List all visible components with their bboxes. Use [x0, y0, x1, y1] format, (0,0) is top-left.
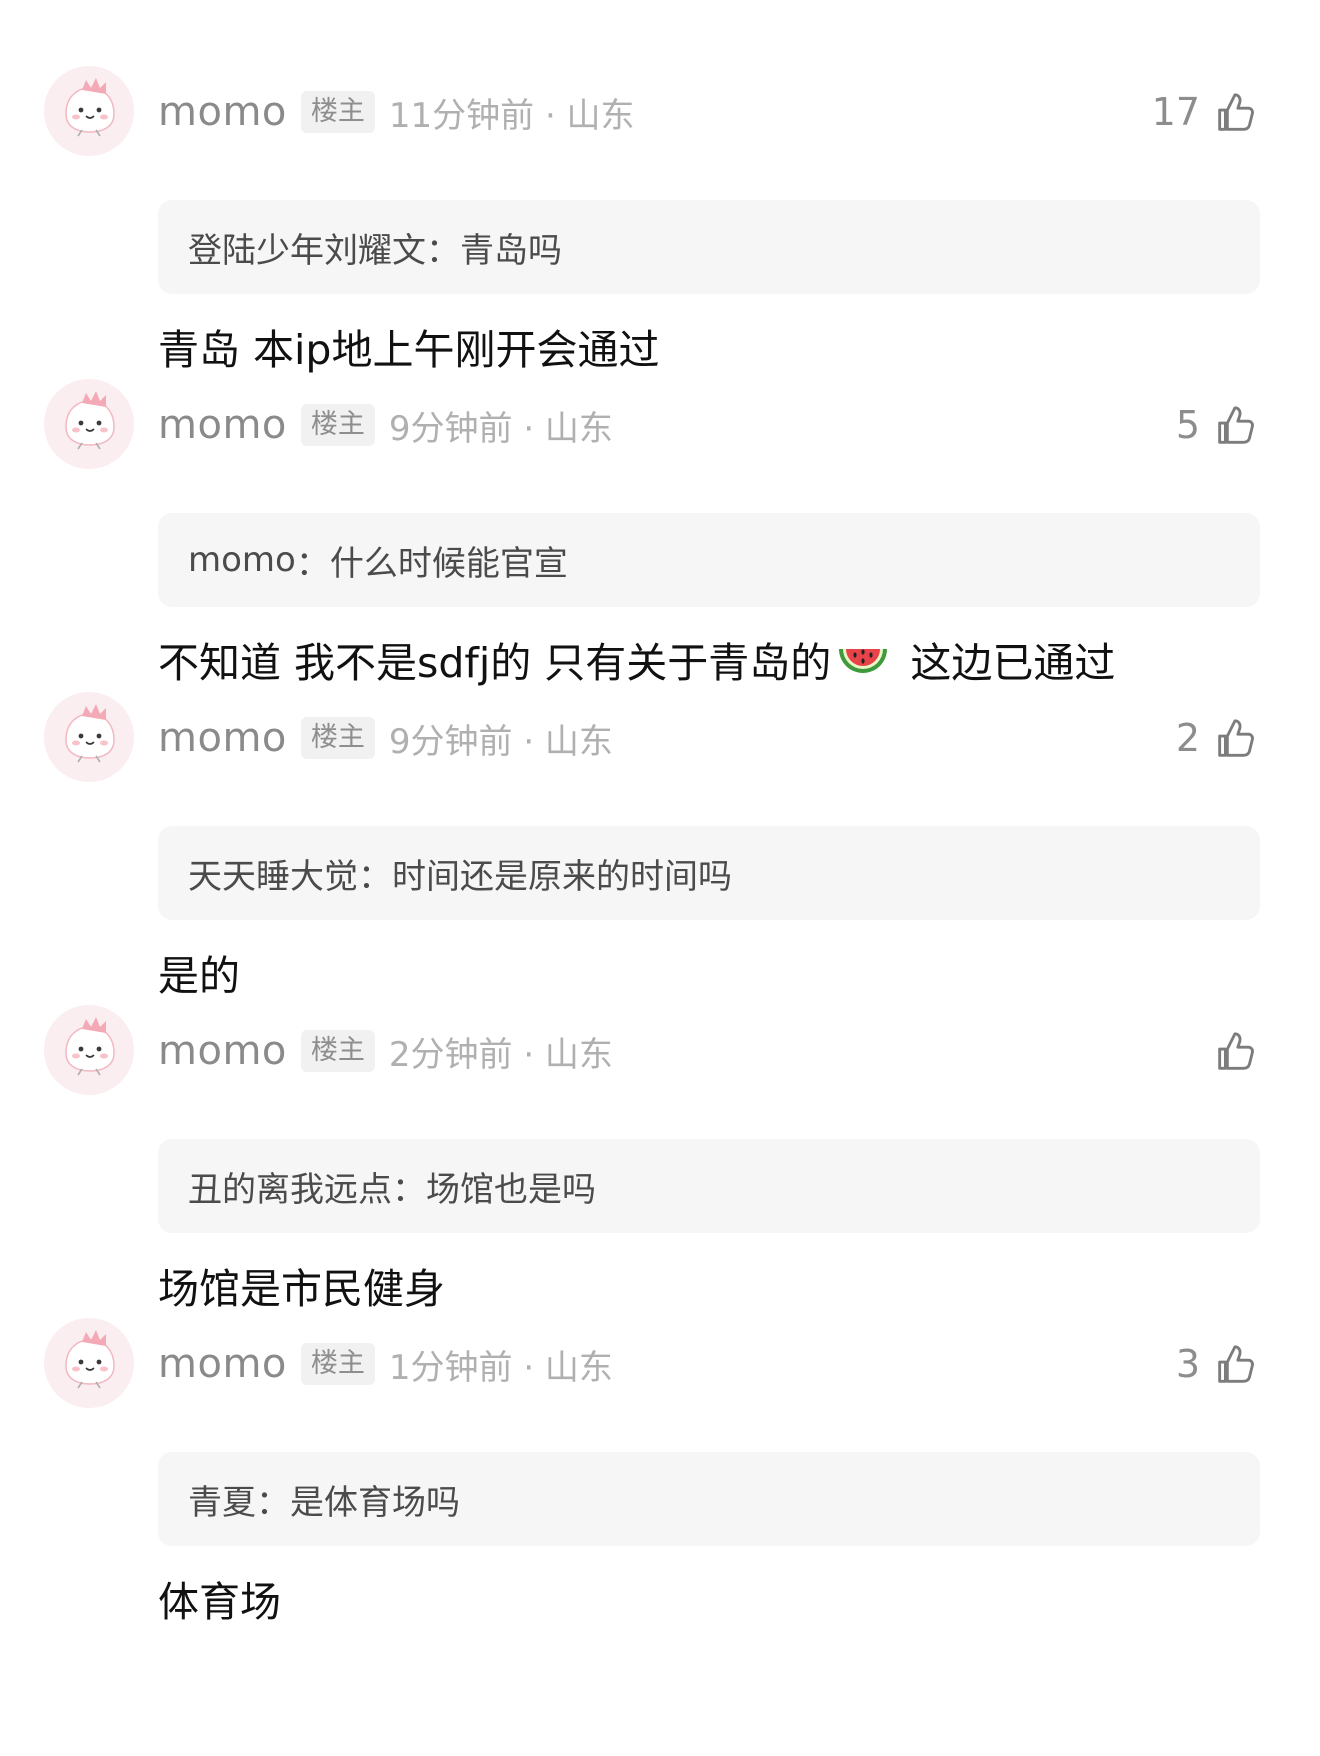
avatar[interactable] — [44, 379, 134, 469]
op-badge: 楼主 — [300, 717, 375, 759]
quote-author: 青夏 — [188, 1482, 256, 1523]
comment-header: momo 楼主 11分钟前 · 山东 — [158, 88, 635, 136]
like-button[interactable]: 3 — [1176, 1338, 1258, 1390]
quote-author: 登陆少年刘耀文 — [188, 230, 426, 271]
like-count: 5 — [1175, 403, 1200, 447]
quoted-comment[interactable]: 青夏：是体育场吗 — [158, 1452, 1260, 1546]
thumbs-up-icon[interactable] — [1212, 1028, 1258, 1074]
quote-separator: ： — [426, 230, 460, 271]
thumbs-up-icon[interactable] — [1212, 715, 1258, 761]
reply-text: 体育场 — [158, 1578, 281, 1626]
like-button[interactable]: 5 — [1176, 399, 1258, 451]
dino-avatar-icon — [44, 66, 134, 156]
thumbs-up-icon[interactable] — [1212, 1341, 1258, 1387]
comment-item: momo 楼主 9分钟前 · 山东 5 momo：什么时候能官宣 不知道 我不是… — [0, 373, 1320, 713]
op-badge: 楼主 — [300, 404, 375, 446]
comment-meta: 1分钟前 · 山东 — [388, 1347, 613, 1388]
watermelon-icon: 🍉 — [835, 641, 891, 685]
quote-separator: ： — [358, 856, 392, 897]
op-badge: 楼主 — [300, 1343, 375, 1385]
reply-text-part: 不知道 我不是sdfj的 只有关于青岛的 — [158, 639, 832, 687]
op-badge: 楼主 — [300, 91, 375, 133]
avatar[interactable] — [44, 66, 134, 156]
reply-text: 不知道 我不是sdfj的 只有关于青岛的🍉 这边已通过 — [158, 635, 1115, 691]
comment-meta: 11分钟前 · 山东 — [388, 95, 635, 136]
comment-meta: 9分钟前 · 山东 — [388, 408, 613, 449]
like-button[interactable]: 2 — [1176, 712, 1258, 764]
quoted-comment[interactable]: 丑的离我远点：场馆也是吗 — [158, 1139, 1260, 1233]
like-button[interactable] — [1200, 1025, 1258, 1077]
reply-text: 是的 — [158, 952, 240, 1000]
dino-avatar-icon — [44, 1318, 134, 1408]
username[interactable]: momo — [158, 1028, 287, 1074]
like-count: 17 — [1151, 90, 1200, 134]
comment-item: momo 楼主 11分钟前 · 山东 17 登陆少年刘耀文：青岛吗 青岛 本ip… — [0, 60, 1320, 400]
comment-meta: 9分钟前 · 山东 — [388, 721, 613, 762]
avatar[interactable] — [44, 692, 134, 782]
username[interactable]: momo — [158, 715, 287, 761]
op-badge: 楼主 — [300, 1030, 375, 1072]
quoted-comment[interactable]: 登陆少年刘耀文：青岛吗 — [158, 200, 1260, 294]
quote-author: 天天睡大觉 — [188, 856, 358, 897]
like-button[interactable]: 17 — [1152, 86, 1258, 138]
comment-header: momo 楼主 2分钟前 · 山东 — [158, 1027, 613, 1075]
like-count: 2 — [1175, 716, 1200, 760]
quote-separator: ： — [392, 1169, 426, 1210]
quote-separator: ： — [256, 1482, 290, 1523]
quoted-comment[interactable]: 天天睡大觉：时间还是原来的时间吗 — [158, 826, 1260, 920]
quoted-comment[interactable]: momo：什么时候能官宣 — [158, 513, 1260, 607]
comment-item: momo 楼主 9分钟前 · 山东 2 天天睡大觉：时间还是原来的时间吗 是的 — [0, 686, 1320, 1026]
quote-author: momo — [188, 540, 296, 580]
quote-text: 是体育场吗 — [290, 1482, 460, 1523]
comment-header: momo 楼主 9分钟前 · 山东 — [158, 714, 613, 762]
username[interactable]: momo — [158, 1341, 287, 1387]
quote-text: 时间还是原来的时间吗 — [392, 856, 732, 897]
username[interactable]: momo — [158, 402, 287, 448]
reply-text: 场馆是市民健身 — [158, 1265, 445, 1313]
comment-item: momo 楼主 1分钟前 · 山东 3 青夏：是体育场吗 体育场 — [0, 1312, 1320, 1652]
dino-avatar-icon — [44, 1005, 134, 1095]
thumbs-up-icon[interactable] — [1212, 402, 1258, 448]
comment-header: momo 楼主 9分钟前 · 山东 — [158, 401, 613, 449]
comment-header: momo 楼主 1分钟前 · 山东 — [158, 1340, 613, 1388]
reply-text: 青岛 本ip地上午刚开会通过 — [158, 326, 660, 374]
quote-author: 丑的离我远点 — [188, 1169, 392, 1210]
dino-avatar-icon — [44, 379, 134, 469]
avatar[interactable] — [44, 1318, 134, 1408]
avatar[interactable] — [44, 1005, 134, 1095]
username[interactable]: momo — [158, 89, 287, 135]
quote-text: 什么时候能官宣 — [329, 543, 568, 584]
like-count: 3 — [1175, 1342, 1200, 1386]
comment-item: momo 楼主 2分钟前 · 山东 丑的离我远点：场馆也是吗 场馆是市民健身 — [0, 999, 1320, 1339]
quote-text: 青岛吗 — [460, 230, 562, 271]
thumbs-up-icon[interactable] — [1212, 89, 1258, 135]
quote-text: 场馆也是吗 — [426, 1169, 596, 1210]
comment-meta: 2分钟前 · 山东 — [388, 1034, 613, 1075]
reply-text-part: 这边已通过 — [897, 639, 1116, 687]
comment-list: momo 楼主 11分钟前 · 山东 17 登陆少年刘耀文：青岛吗 青岛 本ip… — [0, 0, 1320, 1756]
dino-avatar-icon — [44, 692, 134, 782]
quote-separator: ： — [295, 543, 330, 584]
